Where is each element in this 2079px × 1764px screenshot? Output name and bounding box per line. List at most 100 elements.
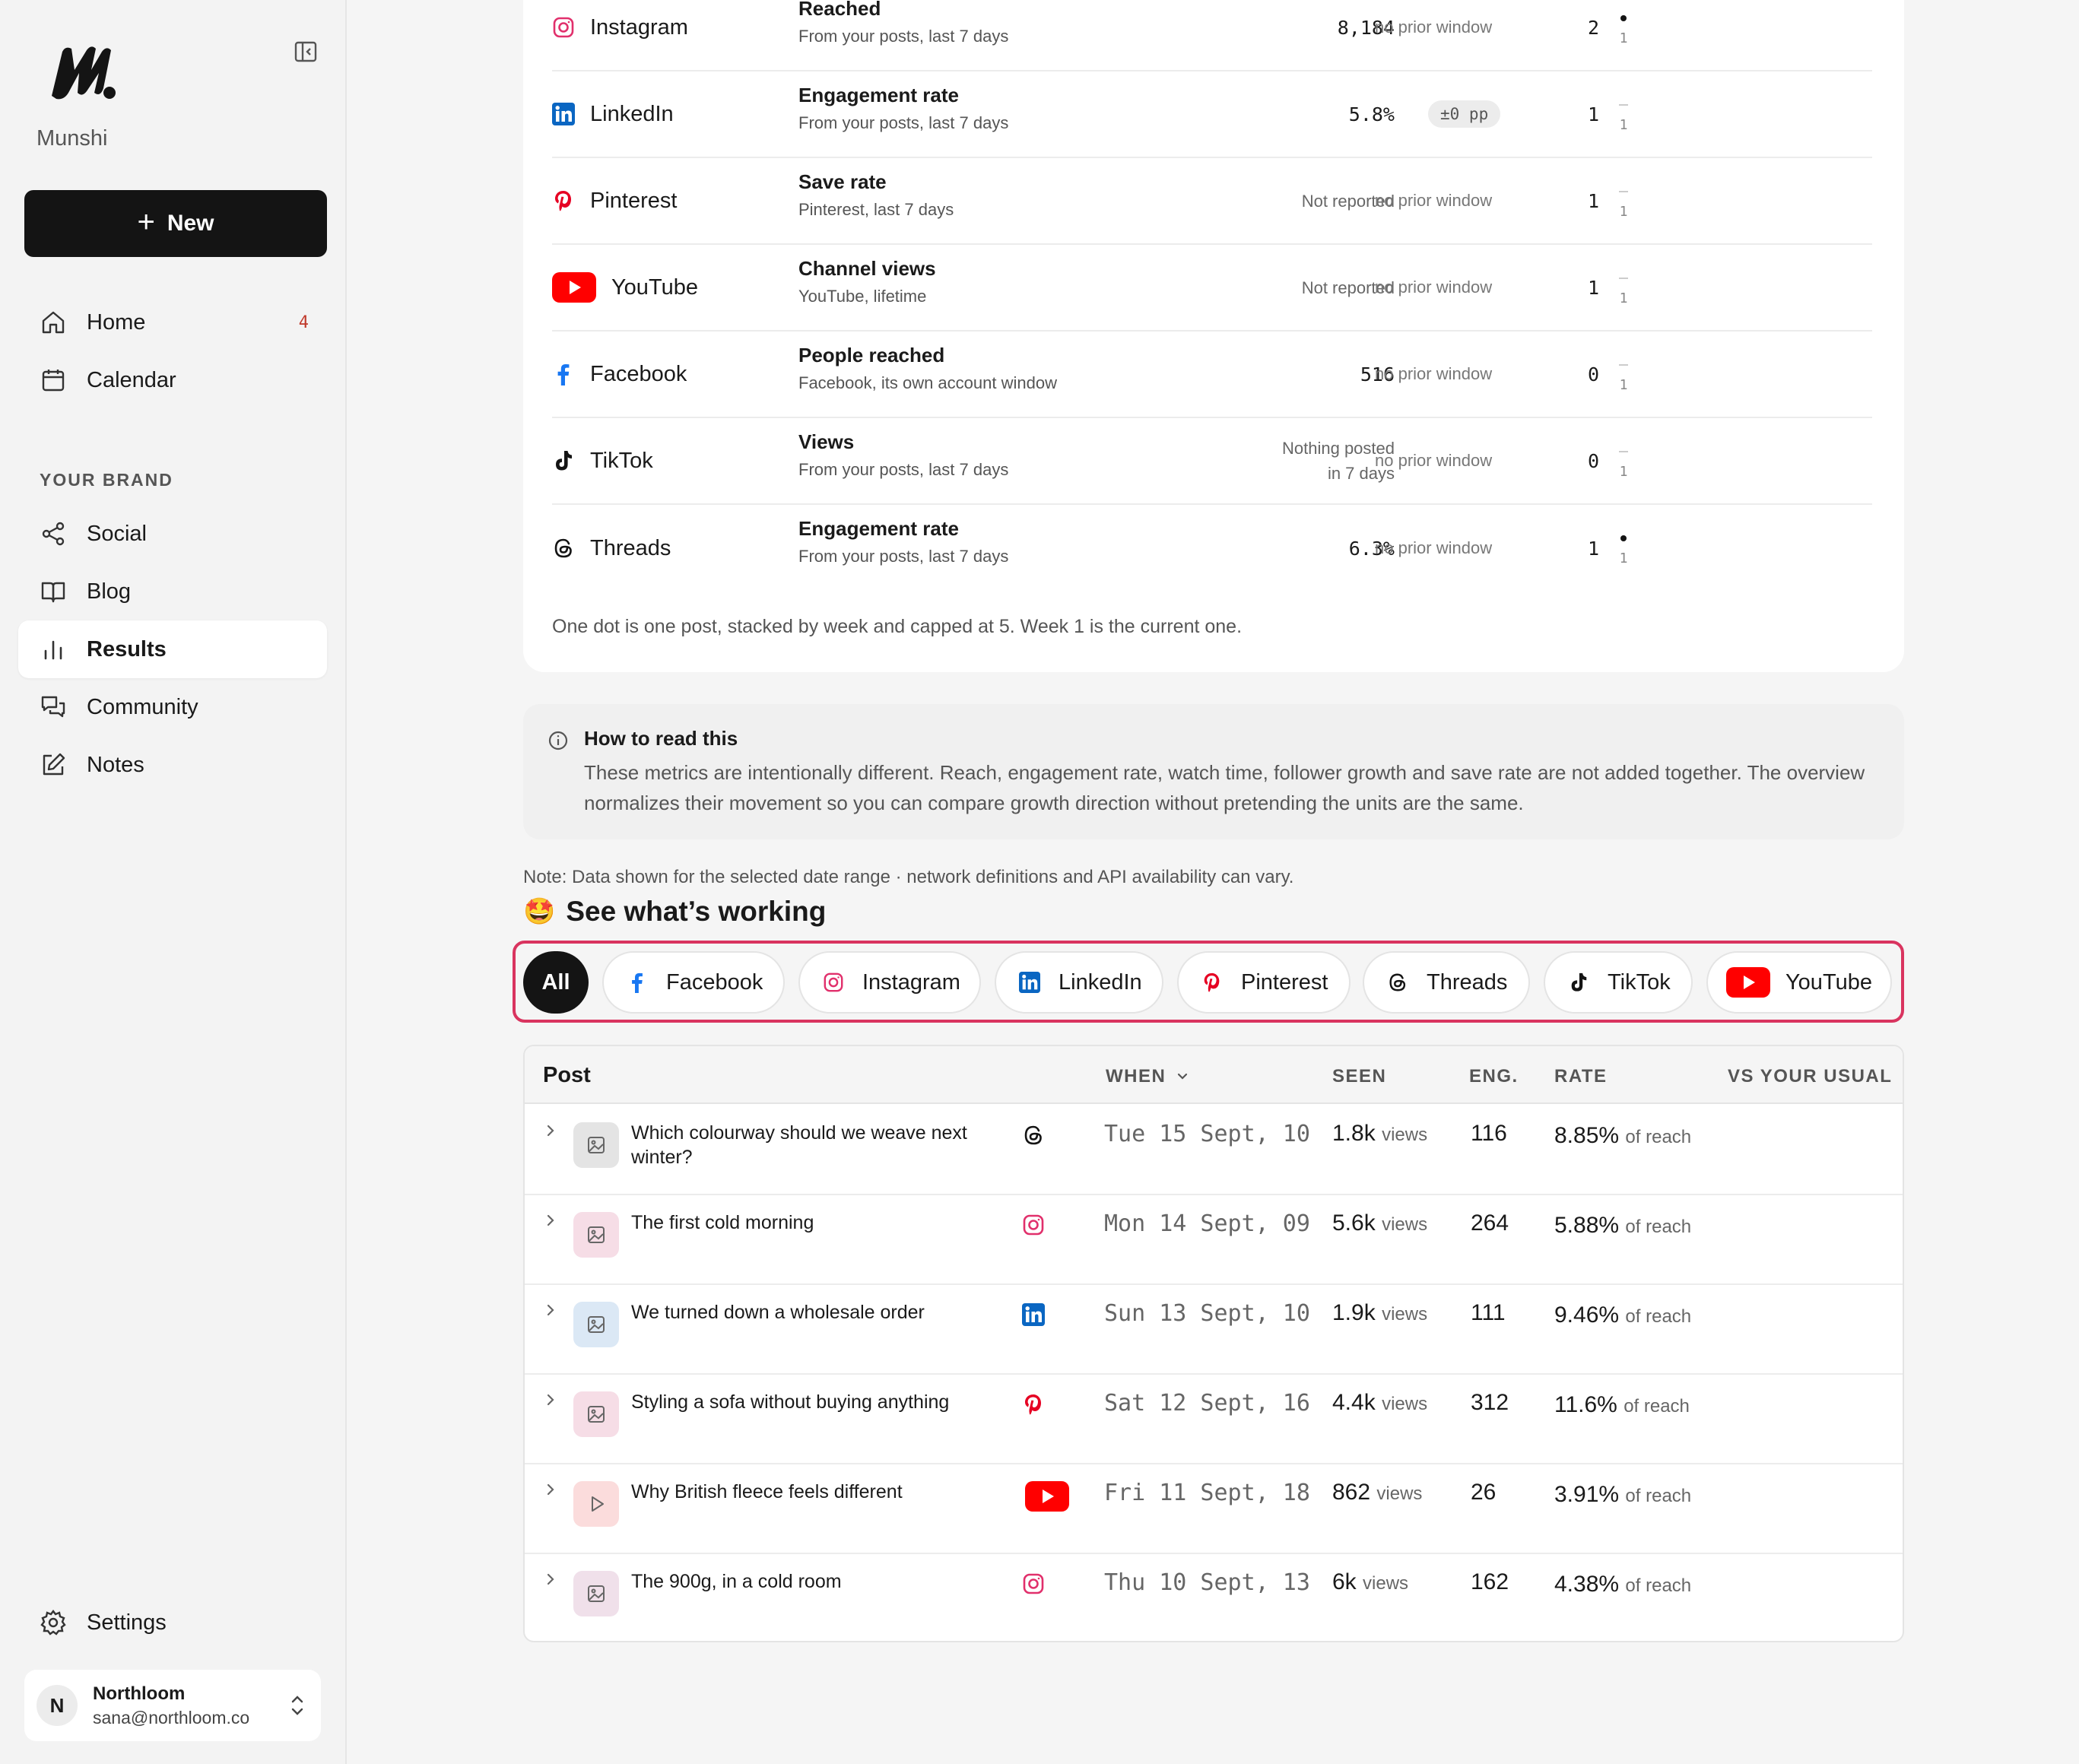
table-row[interactable]: Which colourway should we weave next win… <box>525 1106 1903 1195</box>
metric-subtitle: From your posts, last 7 days <box>798 27 1009 46</box>
platform-name: Instagram <box>590 14 688 40</box>
instagram-icon <box>824 972 843 992</box>
chevron-up-down-icon <box>291 1696 303 1715</box>
rate-value: 8.85% <box>1554 1123 1620 1148</box>
metric-title: Views <box>798 430 855 453</box>
week-label: 1 <box>1620 204 1628 220</box>
notification-badge: 4 <box>298 313 309 332</box>
prior-window: no prior window <box>1375 191 1493 210</box>
chevron-right-icon[interactable] <box>544 1481 557 1498</box>
table-row[interactable]: The 900g, in a cold room Thu 10 Sept, 13… <box>525 1554 1903 1641</box>
filter-chip-facebook[interactable]: Facebook <box>602 951 785 1014</box>
filter-chip-all[interactable]: All <box>523 951 589 1014</box>
filter-chip-label: LinkedIn <box>1059 969 1142 995</box>
post-seen: 1.8k views <box>1332 1121 1427 1147</box>
post-date: Fri 11 Sept, 18 <box>1104 1480 1310 1506</box>
new-button[interactable]: + New <box>24 190 327 257</box>
platform-row-linkedin[interactable]: LinkedIn Engagement rate From your posts… <box>552 71 1872 158</box>
platform-row-threads[interactable]: Threads Engagement rate From your posts,… <box>552 505 1872 592</box>
chevron-right-icon[interactable] <box>544 1302 557 1318</box>
platform-row-tiktok[interactable]: TikTok Views From your posts, last 7 day… <box>552 418 1872 505</box>
star-struck-emoji-icon: 🤩 <box>523 897 556 926</box>
filter-chip-label: All <box>541 969 570 995</box>
week-dot-sparkline: 1 <box>1620 15 1627 46</box>
how-to-read-panel: How to read this These metrics are inten… <box>523 704 1904 839</box>
platform-row-facebook[interactable]: Facebook People reached Facebook, its ow… <box>552 332 1872 418</box>
post-dot <box>1620 535 1627 541</box>
account-switcher[interactable]: N Northloom sana@northloom.co <box>24 1670 321 1741</box>
post-date: Sat 12 Sept, 16 <box>1104 1390 1310 1417</box>
sidebar-item-home[interactable]: Home 4 <box>18 293 327 351</box>
post-thumbnail <box>573 1391 619 1437</box>
sidebar-item-settings[interactable]: Settings <box>18 1594 327 1651</box>
chat-icon <box>41 696 65 718</box>
sidebar-item-community[interactable]: Community <box>18 678 327 736</box>
table-row[interactable]: Styling a sofa without buying anything S… <box>525 1375 1903 1464</box>
sidebar-item-blog[interactable]: Blog <box>18 563 327 620</box>
post-rate: 11.6% of reach <box>1554 1390 1706 1422</box>
calendar-icon <box>42 370 65 392</box>
info-icon <box>548 731 568 750</box>
seen-unit: views <box>1382 1394 1428 1414</box>
rate-unit: of reach <box>1624 1396 1690 1417</box>
table-row[interactable]: We turned down a wholesale order Sun 13 … <box>525 1285 1903 1375</box>
sidebar-item-label: Calendar <box>87 367 176 392</box>
column-header-when[interactable]: WHEN <box>1106 1066 1189 1087</box>
platform-row-instagram[interactable]: Instagram Reached From your posts, last … <box>552 0 1872 71</box>
column-header-seen[interactable]: SEEN <box>1332 1066 1386 1087</box>
chevron-right-icon[interactable] <box>544 1212 557 1229</box>
threads-icon <box>1389 973 1406 991</box>
linkedin-icon <box>1019 972 1040 993</box>
sidebar-item-calendar[interactable]: Calendar <box>18 351 327 409</box>
week-dot-sparkline: 1 <box>1619 451 1628 480</box>
column-header-eng[interactable]: ENG. <box>1469 1066 1519 1087</box>
book-open-icon <box>41 582 65 603</box>
table-row[interactable]: The first cold morning Mon 14 Sept, 09 5… <box>525 1195 1903 1285</box>
filter-chip-pinterest[interactable]: Pinterest <box>1177 951 1351 1014</box>
filter-chip-youtube[interactable]: YouTube <box>1706 951 1892 1014</box>
week-label: 1 <box>1620 377 1628 393</box>
munshi-logo[interactable] <box>47 43 117 102</box>
platform-row-youtube[interactable]: YouTube Channel views YouTube, lifetime … <box>552 245 1872 332</box>
image-icon <box>588 1137 605 1153</box>
column-header-post[interactable]: Post <box>543 1063 591 1088</box>
post-date: Tue 15 Sept, 10 <box>1104 1121 1310 1147</box>
sidebar-item-results[interactable]: Results <box>18 620 327 678</box>
post-title: The first cold morning <box>631 1212 814 1233</box>
table-row[interactable]: Why British fleece feels different Fri 1… <box>525 1464 1903 1554</box>
filter-chip-tiktok[interactable]: TikTok <box>1544 951 1693 1014</box>
platform-row-pinterest[interactable]: Pinterest Save rate Pinterest, last 7 da… <box>552 158 1872 245</box>
data-note: Note: Data shown for the selected date r… <box>523 867 1294 887</box>
column-header-rate[interactable]: RATE <box>1554 1066 1608 1087</box>
sidebar-item-label: Blog <box>87 579 132 604</box>
filter-chip-threads[interactable]: Threads <box>1363 951 1530 1014</box>
sidebar-item-label: Community <box>87 694 198 719</box>
sidebar-item-notes[interactable]: Notes <box>18 736 327 794</box>
post-count: 1 <box>1588 189 1600 212</box>
sidebar-collapse-icon[interactable] <box>294 40 318 64</box>
column-header-label: WHEN <box>1106 1066 1166 1087</box>
metric-subtitle: From your posts, last 7 days <box>798 113 1009 132</box>
seen-unit: views <box>1382 1304 1428 1325</box>
post-thumbnail <box>573 1212 619 1258</box>
post-seen: 6k views <box>1332 1569 1408 1595</box>
post-rate: 5.88% of reach <box>1554 1210 1706 1242</box>
sidebar-item-social[interactable]: Social <box>18 505 327 563</box>
chevron-right-icon[interactable] <box>544 1571 557 1588</box>
filter-chip-instagram[interactable]: Instagram <box>798 951 981 1014</box>
post-date: Sun 13 Sept, 10 <box>1104 1300 1310 1327</box>
metric-title: Save rate <box>798 170 887 193</box>
facebook-icon <box>632 972 643 993</box>
filter-chip-label: Threads <box>1427 969 1508 995</box>
account-email: sana@northloom.co <box>93 1707 250 1728</box>
chevron-right-icon[interactable] <box>544 1122 557 1139</box>
sidebar-item-label: Settings <box>87 1610 167 1635</box>
filter-chip-label: Instagram <box>862 969 960 995</box>
column-header-vs-usual[interactable]: VS YOUR USUAL <box>1728 1066 1892 1087</box>
section-label: YOUR BRAND <box>40 470 173 490</box>
filter-chip-linkedin[interactable]: LinkedIn <box>995 951 1163 1014</box>
chevron-right-icon[interactable] <box>544 1391 557 1408</box>
rate-unit: of reach <box>1625 1217 1692 1237</box>
youtube-icon <box>1025 1481 1069 1512</box>
week-label: 1 <box>1620 550 1628 566</box>
